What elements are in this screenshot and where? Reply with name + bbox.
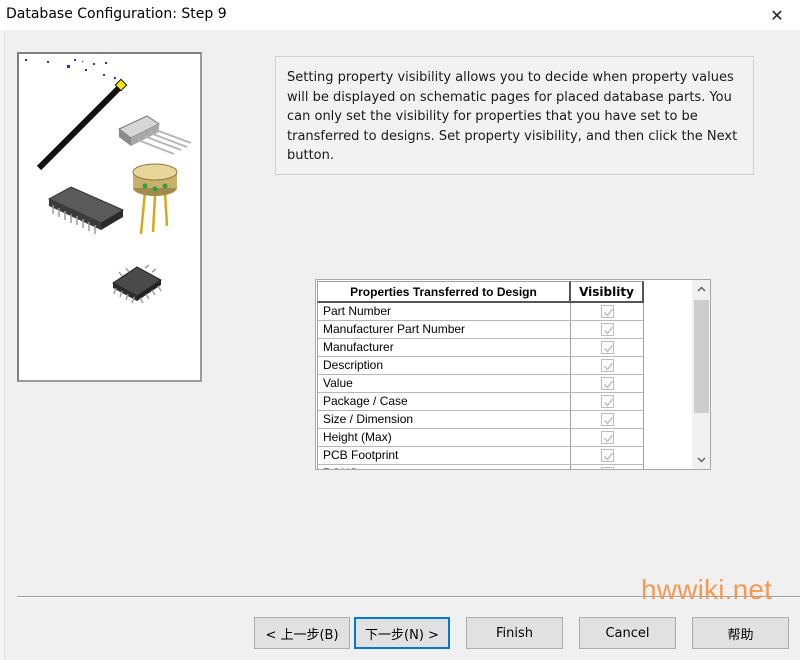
next-button[interactable]: 下一步(N) > <box>354 617 450 649</box>
visibility-cell <box>571 357 644 375</box>
visibility-cell <box>571 447 644 465</box>
visibility-cell <box>571 321 644 339</box>
checkmark-icon <box>603 452 613 461</box>
help-button[interactable]: 帮助 <box>692 617 789 649</box>
back-button[interactable]: < 上一步(B) <box>254 617 350 649</box>
window-title: Database Configuration: Step 9 <box>6 6 227 22</box>
checkmark-icon <box>603 380 613 389</box>
scroll-thumb[interactable] <box>694 300 709 413</box>
visibility-checkbox[interactable] <box>600 377 614 390</box>
table-row: ROHS <box>317 465 644 470</box>
cancel-button[interactable]: Cancel <box>579 617 676 649</box>
vertical-scrollbar[interactable] <box>692 280 710 469</box>
dip-ic-icon <box>47 186 125 234</box>
property-name-cell: Description <box>317 357 571 375</box>
table-row: Height (Max) <box>317 429 644 447</box>
checkmark-icon <box>603 469 614 470</box>
visibility-checkbox[interactable] <box>600 467 614 470</box>
title-bar: Database Configuration: Step 9 ✕ <box>0 0 800 30</box>
to220-component-icon <box>118 115 192 155</box>
checkmark-icon <box>603 308 613 317</box>
checkmark-icon <box>603 434 613 443</box>
property-name-cell: ROHS <box>317 465 571 469</box>
visibility-checkbox[interactable] <box>600 395 614 408</box>
visibility-cell <box>571 339 644 357</box>
close-icon: ✕ <box>770 5 784 25</box>
property-name-cell: PCB Footprint <box>317 447 571 465</box>
table-row: Package / Case <box>317 393 644 411</box>
table-row: Size / Dimension <box>317 411 644 429</box>
visibility-cell <box>571 411 644 429</box>
magic-wand-icon <box>36 78 128 171</box>
table-row: Part Number <box>317 303 644 321</box>
checkmark-icon <box>603 362 613 371</box>
table-row: Value <box>317 375 644 393</box>
property-name-cell: Package / Case <box>317 393 571 411</box>
scroll-up-button[interactable] <box>692 280 710 298</box>
finish-button[interactable]: Finish <box>466 617 563 649</box>
property-name-cell: Manufacturer <box>317 339 571 357</box>
visibility-cell <box>571 375 644 393</box>
wizard-illustration <box>17 52 202 382</box>
column-header-properties[interactable]: Properties Transferred to Design <box>317 281 571 303</box>
visibility-checkbox[interactable] <box>600 359 614 372</box>
checkmark-icon <box>603 416 613 425</box>
chevron-up-icon <box>697 286 706 292</box>
grid-header-row: Properties Transferred to Design Visibli… <box>317 281 644 303</box>
instruction-text: Setting property visibility allows you t… <box>275 56 754 175</box>
table-row: PCB Footprint <box>317 447 644 465</box>
visibility-cell <box>571 465 644 470</box>
property-visibility-grid[interactable]: Properties Transferred to Design Visibli… <box>315 279 711 470</box>
grid-body: Part Number Manufacturer Part Number Manuf… <box>317 303 644 470</box>
grid-table: Properties Transferred to Design Visibli… <box>317 281 644 470</box>
visibility-checkbox[interactable] <box>600 413 614 426</box>
close-button[interactable]: ✕ <box>754 0 800 30</box>
chevron-down-icon <box>697 457 706 463</box>
property-name-cell: Manufacturer Part Number <box>317 321 571 339</box>
checkmark-icon <box>603 326 613 335</box>
table-row: Manufacturer <box>317 339 644 357</box>
sparkle-dots <box>25 59 116 79</box>
visibility-checkbox[interactable] <box>600 449 614 462</box>
table-row: Manufacturer Part Number <box>317 321 644 339</box>
checkmark-icon <box>603 398 613 407</box>
visibility-cell <box>571 429 644 447</box>
visibility-checkbox[interactable] <box>600 323 614 336</box>
property-name-cell: Value <box>317 375 571 393</box>
scroll-down-button[interactable] <box>692 451 710 469</box>
checkmark-icon <box>603 344 613 353</box>
visibility-checkbox[interactable] <box>600 431 614 444</box>
visibility-cell <box>571 303 644 321</box>
table-row: Description <box>317 357 644 375</box>
soic-ic-icon <box>112 264 162 304</box>
visibility-checkbox[interactable] <box>600 341 614 354</box>
column-header-visibility[interactable]: Visiblity <box>571 281 644 303</box>
visibility-cell <box>571 393 644 411</box>
components-illustration <box>25 59 192 304</box>
to5-transistor-icon <box>132 163 178 235</box>
visibility-checkbox[interactable] <box>600 305 614 318</box>
watermark-text: hwwiki.net <box>641 574 773 605</box>
property-name-cell: Part Number <box>317 303 571 321</box>
property-name-cell: Height (Max) <box>317 429 571 447</box>
property-name-cell: Size / Dimension <box>317 411 571 429</box>
left-window-edge <box>0 30 5 660</box>
